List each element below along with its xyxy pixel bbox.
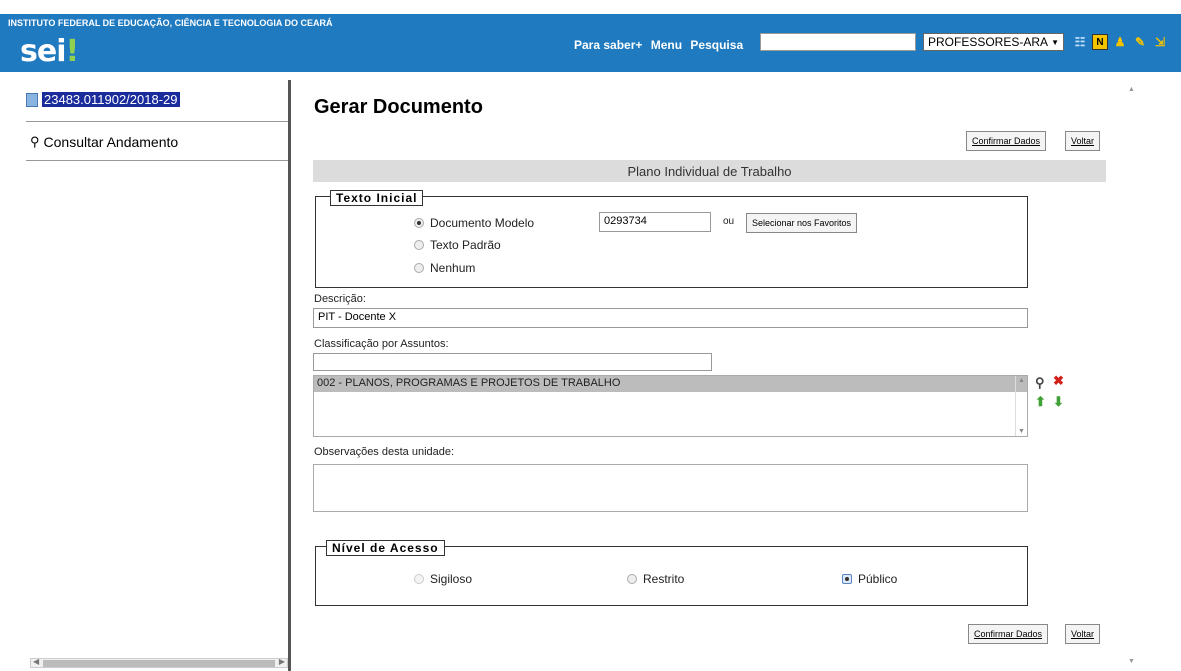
radio-button[interactable] [627,574,637,584]
or-label: ou [723,216,735,227]
move-up-icon[interactable]: ⬆ [1035,394,1046,410]
description-label: Descrição: [314,293,366,305]
process-tree-item[interactable]: 23483.011902/2018-29 [26,92,180,107]
logo-dot: ! [65,34,80,69]
radio-documento-modelo[interactable]: Documento Modelo [414,216,534,230]
institution-name: INSTITUTO FEDERAL DE EDUCAÇÃO, CIÊNCIA E… [8,18,333,28]
observations-label: Observações desta unidade: [314,446,455,458]
sidebar-horizontal-scrollbar[interactable]: ◀ ▶ [30,657,288,668]
initial-text-legend: Texto Inicial [330,190,424,206]
radio-label: Restrito [643,572,685,586]
user-icon[interactable]: ♟ [1112,34,1128,50]
scroll-right-icon[interactable]: ▶ [279,657,285,666]
confirm-button-top[interactable]: Confirmar Dados [966,131,1047,151]
scroll-thumb[interactable] [43,660,275,667]
header-nav: Para saber+ Menu Pesquisa [574,38,748,52]
select-favorites-button[interactable]: Selecionar nos Favoritos [746,213,858,233]
move-down-icon[interactable]: ⬇ [1053,394,1064,410]
classification-label: Classificação por Assuntos: [314,338,449,350]
scroll-up-icon[interactable]: ▲ [1128,86,1135,93]
radio-button[interactable] [414,240,424,250]
document-type-header: Plano Individual de Trabalho [313,160,1106,182]
radio-texto-padrao[interactable]: Texto Padrão [414,238,501,252]
unit-select[interactable]: PROFESSORES-ARA ▼ [923,33,1064,51]
nav-pesquisa[interactable]: Pesquisa [690,38,743,52]
classification-listbox[interactable]: 002 - PLANOS, PROGRAMAS E PROJETOS DE TR… [313,375,1028,437]
back-button-top[interactable]: Voltar [1065,131,1101,151]
scroll-up-icon[interactable]: ▲ [1018,377,1025,384]
radio-restrito[interactable]: Restrito [627,572,684,586]
remove-classification-icon[interactable]: ✖ [1053,373,1064,389]
listbox-scrollbar[interactable]: ▲ ▼ [1015,376,1027,436]
radio-label: Documento Modelo [430,216,535,230]
scroll-down-icon[interactable]: ▼ [1128,658,1135,665]
nav-para-saber[interactable]: Para saber+ [574,38,642,52]
radio-label: Nenhum [430,261,476,275]
sidebar-separator [26,121,288,122]
radio-publico[interactable]: Público [842,572,897,586]
logout-icon[interactable]: ⇲ [1152,34,1168,50]
main-vertical-scrollbar[interactable]: ▲ ▼ [1125,80,1139,671]
sidebar-separator [26,160,288,161]
radio-button[interactable] [842,574,852,584]
search-input[interactable] [760,33,916,51]
magnifier-icon: ⚲ [30,134,40,149]
header-bar: INSTITUTO FEDERAL DE EDUCAÇÃO, CIÊNCIA E… [0,14,1181,72]
radio-sigiloso[interactable]: Sigiloso [414,572,472,586]
description-input[interactable]: PIT - Docente X [313,308,1028,328]
process-icon [26,92,38,107]
page-title: Gerar Documento [314,96,483,118]
notes-icon[interactable]: N [1092,34,1108,50]
nav-menu[interactable]: Menu [651,38,682,52]
radio-label: Texto Padrão [430,238,501,252]
access-level-legend: Nível de Acesso [326,540,445,556]
sei-logo[interactable]: sei! [20,34,80,69]
dropdown-arrow-icon: ▼ [1051,37,1059,47]
radio-button[interactable] [414,218,424,228]
classification-search-input[interactable] [313,353,712,371]
unit-select-value: PROFESSORES-ARA [928,35,1049,49]
scroll-left-icon[interactable]: ◀ [33,657,39,666]
observations-textarea[interactable] [313,464,1028,512]
tools-icon[interactable]: ✎ [1132,34,1148,50]
sidebar [0,72,288,671]
search-classification-icon[interactable]: ⚲ [1035,375,1045,391]
consult-andamento-label: Consultar Andamento [43,134,179,150]
header-icons: ☷ N ♟ ✎ ⇲ [1072,34,1168,50]
frame-divider[interactable] [288,80,291,671]
radio-nenhum[interactable]: Nenhum [414,261,475,275]
list-item[interactable]: 002 - PLANOS, PROGRAMAS E PROJETOS DE TR… [314,376,1027,392]
consult-andamento-link[interactable]: ⚲ Consultar Andamento [30,134,178,150]
logo-text: sei [20,34,66,69]
grid-icon[interactable]: ☷ [1072,34,1088,50]
radio-button[interactable] [414,574,424,584]
radio-label: Público [858,572,898,586]
radio-button[interactable] [414,263,424,273]
scroll-down-icon[interactable]: ▼ [1018,428,1025,435]
radio-label: Sigiloso [430,572,473,586]
back-button-bottom[interactable]: Voltar [1065,624,1101,644]
model-document-input[interactable]: 0293734 [599,212,711,232]
confirm-button-bottom[interactable]: Confirmar Dados [968,624,1049,644]
process-number[interactable]: 23483.011902/2018-29 [42,92,180,107]
